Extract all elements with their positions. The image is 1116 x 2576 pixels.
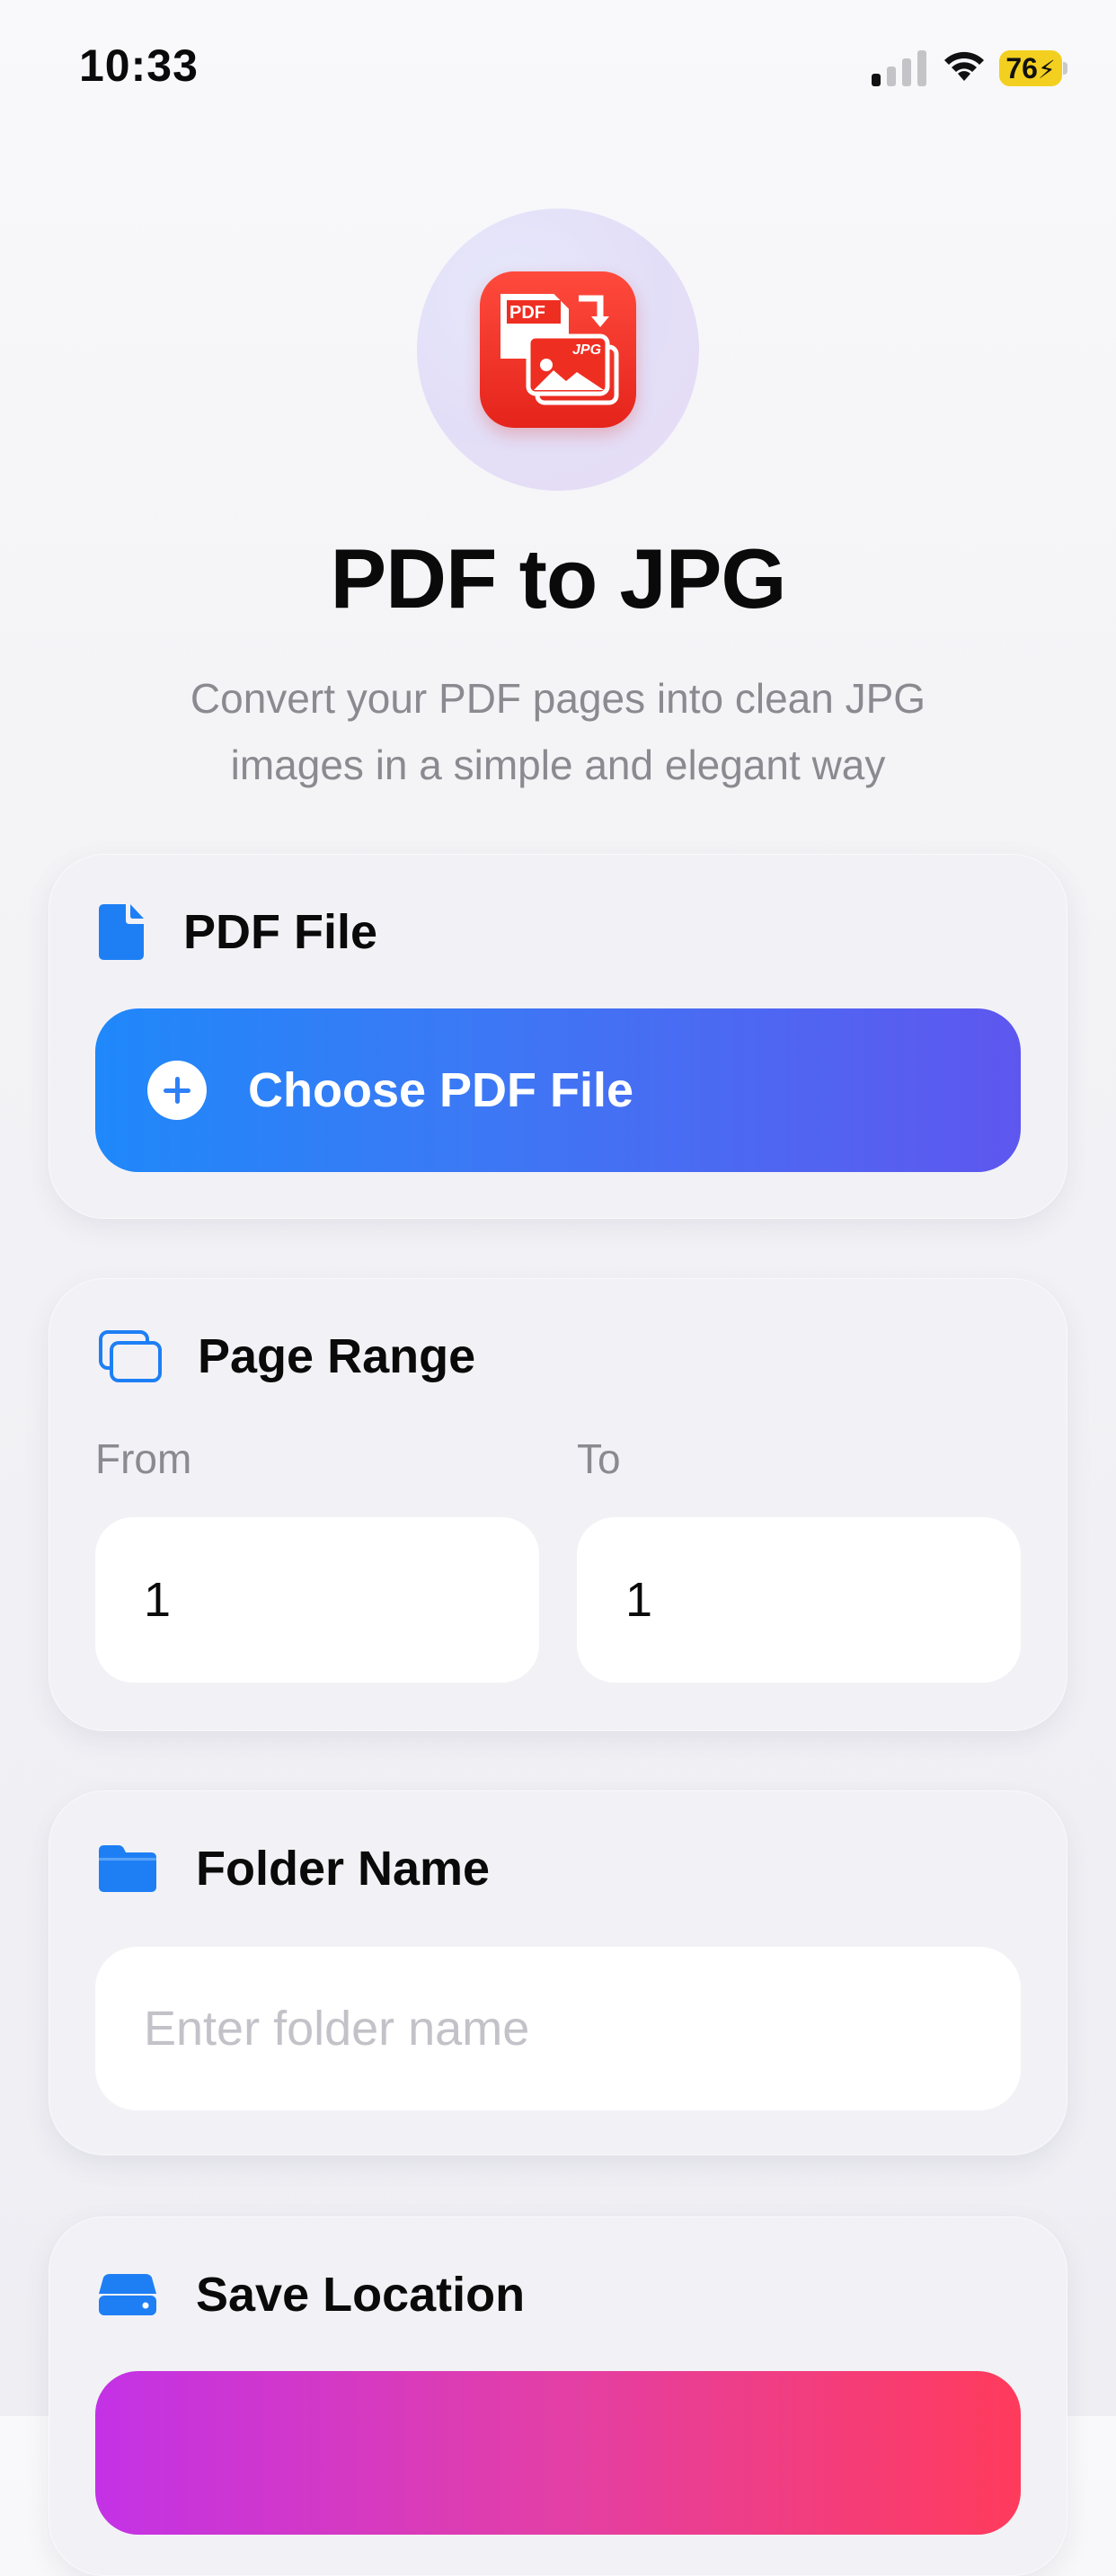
- page-range-card: Page Range From To: [49, 1278, 1067, 1731]
- from-label: From: [95, 1435, 192, 1482]
- pdf-file-card: PDF File Choose PDF File: [49, 854, 1067, 1219]
- battery-tip: [1063, 62, 1067, 75]
- plus-circle-icon: [147, 1061, 207, 1120]
- save-location-card: Save Location: [49, 2216, 1067, 2576]
- folder-name-input[interactable]: [95, 1947, 1021, 2110]
- pdf-file-header: PDF File: [99, 901, 377, 964]
- save-location-button[interactable]: [95, 2371, 1021, 2535]
- status-bar: 10:33 76⚡: [0, 0, 1116, 135]
- subtitle-line-2: images in a simple and elegant way: [230, 742, 886, 788]
- status-time: 10:33: [79, 40, 199, 91]
- save-location-header: Save Location: [99, 2263, 525, 2326]
- cellular-signal-icon: [872, 50, 926, 86]
- save-location-title: Save Location: [196, 2268, 526, 2322]
- pdf-to-jpg-app-icon: PDF JPG: [480, 271, 636, 428]
- choose-pdf-file-button[interactable]: Choose PDF File: [95, 1008, 1021, 1172]
- battery-indicator: 76⚡: [999, 50, 1067, 86]
- page-subtitle: Convert your PDF pages into clean JPG im…: [135, 665, 981, 798]
- pdf-to-jpg-glyph-icon: PDF JPG: [500, 294, 619, 405]
- pdf-file-title: PDF File: [183, 905, 378, 959]
- page-range-header: Page Range: [99, 1325, 475, 1388]
- wifi-icon: [944, 51, 984, 81]
- folder-name-header: Folder Name: [99, 1837, 490, 1900]
- page-title: PDF to JPG: [330, 531, 786, 626]
- to-label: To: [577, 1435, 621, 1482]
- document-icon: [99, 904, 144, 960]
- battery-level: 76⚡: [999, 50, 1062, 86]
- icon-pdf-text: PDF: [509, 303, 545, 323]
- drive-icon: [99, 2274, 156, 2315]
- page-range-title: Page Range: [198, 1329, 476, 1383]
- folder-name-card: Folder Name: [49, 1790, 1067, 2155]
- folder-name-title: Folder Name: [196, 1842, 491, 1896]
- from-page-input[interactable]: [95, 1517, 539, 1683]
- to-page-input[interactable]: [577, 1517, 1021, 1683]
- subtitle-line-1: Convert your PDF pages into clean JPG: [190, 675, 926, 722]
- choose-pdf-file-label: Choose PDF File: [248, 1063, 634, 1117]
- pages-icon: [99, 1330, 162, 1382]
- icon-jpg-text: JPG: [572, 342, 601, 358]
- folder-icon: [99, 1845, 156, 1892]
